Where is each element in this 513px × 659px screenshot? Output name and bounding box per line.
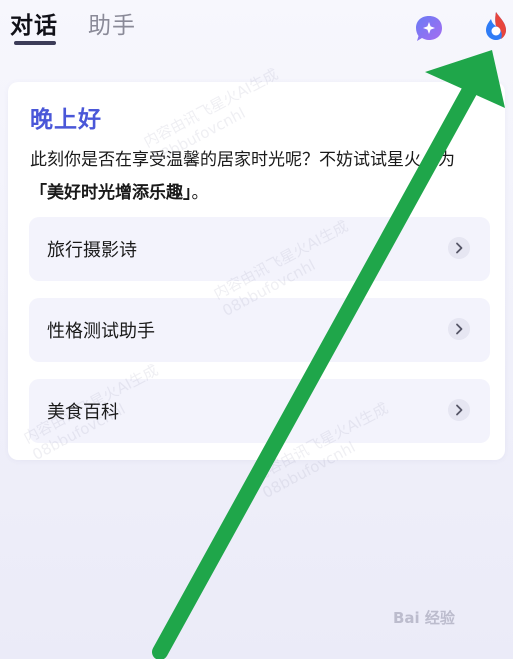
annotation-arrow: [152, 50, 505, 659]
annotation-arrow-shaft: [152, 82, 478, 659]
